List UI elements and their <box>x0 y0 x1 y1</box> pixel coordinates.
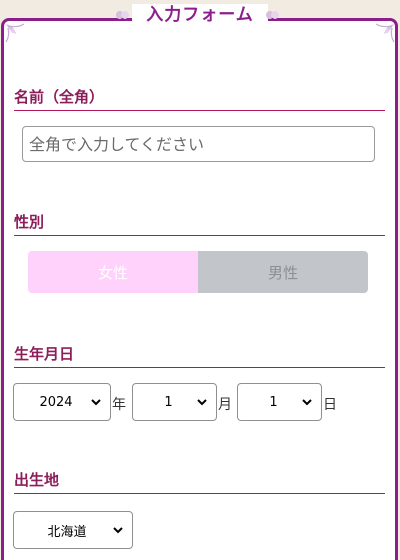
birthdate-section-label: 生年月日 <box>14 343 385 368</box>
birthplace-select-value: 北海道 <box>47 524 87 540</box>
year-select-value: 2024 <box>39 394 73 410</box>
year-select[interactable]: 2024 <box>13 383 111 421</box>
name-section-label: 名前（全角） <box>14 86 385 111</box>
month-select[interactable]: 1 <box>132 383 217 421</box>
birthplace-section-label: 出生地 <box>14 469 385 494</box>
chevron-down-icon <box>91 399 101 406</box>
gender-section-label: 性別 <box>14 211 385 236</box>
birthplace-select[interactable]: 北海道 <box>13 511 133 549</box>
day-unit-label: 日 <box>323 397 337 413</box>
month-unit-label: 月 <box>218 397 232 413</box>
year-unit-label: 年 <box>112 397 126 413</box>
month-select-value: 1 <box>164 394 173 410</box>
day-select-value: 1 <box>269 394 278 410</box>
gender-toggle: 女性 男性 <box>28 251 368 293</box>
chevron-down-icon <box>197 399 207 406</box>
chevron-down-icon <box>113 527 123 534</box>
day-select[interactable]: 1 <box>237 383 322 421</box>
form-title: 入力フォーム <box>116 4 284 26</box>
gender-option-male[interactable]: 男性 <box>198 251 368 293</box>
form-title-wrap: 入力フォーム <box>0 4 400 26</box>
gender-option-female[interactable]: 女性 <box>28 251 198 293</box>
chevron-down-icon <box>302 399 312 406</box>
name-input[interactable] <box>22 126 375 162</box>
